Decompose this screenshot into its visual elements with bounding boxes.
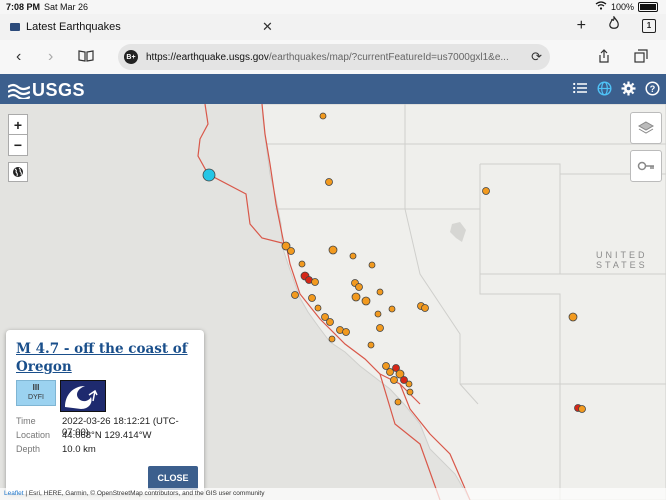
zoom-out-button[interactable]: − bbox=[8, 134, 28, 156]
time-label: Time bbox=[16, 416, 36, 426]
status-right: 100% bbox=[595, 1, 658, 12]
usgs-header: USGS ? bbox=[0, 74, 666, 104]
quake-marker bbox=[326, 318, 334, 326]
earthquake-popup: M 4.7 - off the coast of Oregon III DYFI… bbox=[6, 330, 204, 494]
tab-title: Latest Earthquakes bbox=[26, 21, 121, 33]
globe-map-icon[interactable] bbox=[596, 80, 612, 96]
quake-marker bbox=[308, 294, 316, 302]
new-tab-icon[interactable]: + bbox=[577, 17, 586, 35]
forward-icon[interactable]: › bbox=[48, 48, 53, 66]
url-host: https://earthquake.usgs.gov bbox=[146, 51, 269, 63]
quake-marker bbox=[361, 296, 371, 306]
location-label: Location bbox=[16, 430, 51, 440]
usgs-wave-icon bbox=[8, 83, 30, 99]
tabs-overview-icon[interactable] bbox=[634, 49, 648, 68]
tab-latest-earthquakes[interactable]: Latest Earthquakes ✕ bbox=[0, 14, 280, 40]
zoom-in-button[interactable]: + bbox=[8, 114, 28, 136]
quake-marker bbox=[578, 405, 586, 413]
quake-marker bbox=[298, 260, 306, 268]
quake-marker bbox=[311, 278, 319, 286]
quake-marker bbox=[482, 187, 490, 195]
key-icon bbox=[637, 161, 654, 171]
quake-marker bbox=[325, 178, 333, 186]
header-actions: ? bbox=[572, 80, 660, 96]
quake-marker bbox=[291, 291, 299, 299]
dyfi-badge[interactable]: III DYFI bbox=[16, 380, 56, 406]
location-value: 44.068°N 129.414°W bbox=[62, 430, 152, 441]
dyfi-label: DYFI bbox=[28, 394, 44, 401]
bookmarks-icon[interactable] bbox=[78, 49, 94, 67]
quake-marker bbox=[355, 283, 363, 291]
layers-icon bbox=[637, 121, 655, 134]
dyfi-level: III bbox=[32, 383, 40, 392]
share-icon[interactable] bbox=[598, 49, 610, 68]
quake-marker bbox=[287, 247, 295, 255]
quake-marker bbox=[568, 312, 578, 322]
reload-icon[interactable]: ⟳ bbox=[531, 49, 542, 65]
quake-marker bbox=[351, 292, 361, 302]
depth-value: 10.0 km bbox=[62, 444, 96, 455]
leaflet-link[interactable]: Leaflet bbox=[4, 490, 24, 497]
quake-marker bbox=[374, 310, 382, 318]
quake-marker bbox=[406, 388, 414, 396]
wifi-icon bbox=[595, 1, 607, 12]
quake-marker bbox=[328, 245, 338, 255]
quake-marker bbox=[342, 328, 350, 336]
tab-bar-actions: + 1 bbox=[577, 15, 656, 35]
depth-label: Depth bbox=[16, 444, 41, 454]
quake-marker bbox=[394, 398, 402, 406]
status-date: Sat Mar 26 bbox=[44, 2, 89, 12]
close-tab-icon[interactable]: ✕ bbox=[262, 19, 273, 35]
address-field[interactable]: B+ https://earthquake.usgs.gov/earthquak… bbox=[118, 44, 550, 70]
quake-marker bbox=[367, 341, 375, 349]
quake-marker bbox=[421, 304, 429, 312]
popup-title-link[interactable]: M 4.7 - off the coast of Oregon bbox=[16, 340, 196, 376]
globe-view-button[interactable] bbox=[8, 162, 28, 182]
attribution-text: | Esri, HERE, Garmin, © OpenStreetMap co… bbox=[23, 490, 265, 497]
quake-marker bbox=[314, 304, 322, 312]
usgs-logo-text: USGS bbox=[32, 80, 86, 100]
status-bar: 7:08 PM Sat Mar 26 100% bbox=[0, 0, 666, 14]
url-path: /earthquakes/map/?currentFeatureId=us700… bbox=[268, 51, 509, 63]
url-bar: ‹ › B+ https://earthquake.usgs.gov/earth… bbox=[0, 40, 666, 75]
quake-marker bbox=[405, 380, 413, 388]
legend-key-button[interactable] bbox=[630, 150, 662, 182]
quake-marker bbox=[376, 288, 384, 296]
globe-icon bbox=[13, 167, 23, 177]
tab-bar: Latest Earthquakes ✕ + 1 bbox=[0, 14, 666, 40]
layers-button[interactable] bbox=[630, 112, 662, 144]
help-icon[interactable]: ? bbox=[644, 80, 660, 96]
usgs-favicon-icon bbox=[10, 23, 20, 31]
back-icon[interactable]: ‹ bbox=[16, 48, 21, 66]
quake-marker bbox=[388, 305, 396, 313]
tab-count-button[interactable]: 1 bbox=[642, 18, 656, 33]
tsunami-wave-icon bbox=[65, 386, 98, 409]
quake-marker bbox=[202, 168, 216, 182]
gear-icon[interactable] bbox=[620, 80, 636, 96]
close-button[interactable]: CLOSE bbox=[148, 466, 198, 490]
url-text[interactable]: https://earthquake.usgs.gov/earthquakes/… bbox=[146, 52, 516, 63]
usgs-logo[interactable]: USGS bbox=[8, 80, 85, 101]
map-attribution: Leaflet | Esri, HERE, Garmin, © OpenStre… bbox=[0, 488, 666, 500]
fire-icon[interactable] bbox=[608, 15, 620, 35]
quake-marker bbox=[319, 112, 327, 120]
quake-marker bbox=[368, 261, 376, 269]
svg-text:?: ? bbox=[649, 84, 655, 94]
extension-badge[interactable]: B+ bbox=[124, 50, 138, 64]
quake-marker bbox=[376, 324, 384, 332]
quake-marker bbox=[390, 376, 398, 384]
status-time: 7:08 PM bbox=[6, 2, 41, 12]
list-icon[interactable] bbox=[572, 80, 588, 96]
battery-icon bbox=[638, 1, 658, 12]
battery-percent: 100% bbox=[610, 1, 634, 12]
quake-marker bbox=[328, 335, 336, 343]
quake-marker bbox=[349, 252, 357, 260]
tsunami-badge[interactable] bbox=[60, 380, 106, 412]
